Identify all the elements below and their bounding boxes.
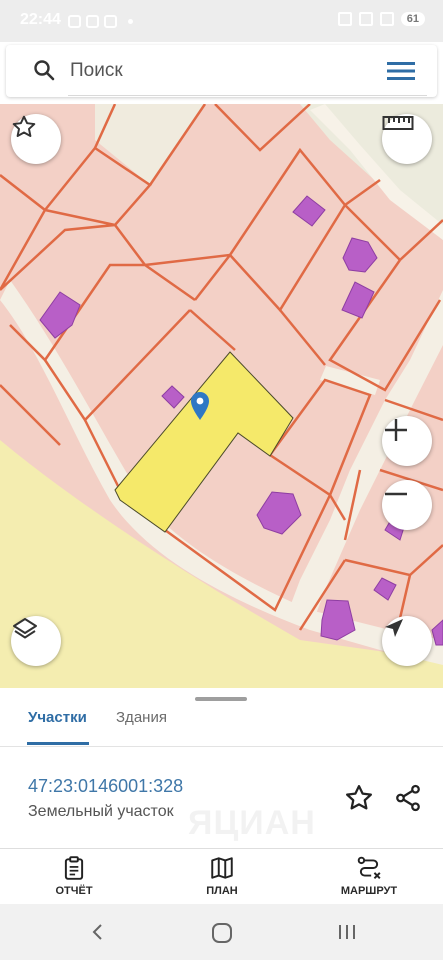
status-time: 22:44	[20, 11, 61, 28]
search-icon[interactable]	[32, 58, 56, 82]
active-tab-indicator	[27, 742, 89, 745]
status-bar: 22:44 61	[0, 0, 443, 42]
zoom-in-button[interactable]	[382, 416, 432, 466]
navigation-arrow-icon	[385, 619, 403, 637]
cadastral-map[interactable]	[0, 104, 443, 688]
nav-plan-label: ПЛАН	[206, 885, 238, 897]
hamburger-menu-icon[interactable]	[387, 60, 415, 82]
map-canvas[interactable]	[0, 104, 443, 688]
report-clipboard-icon	[64, 856, 84, 880]
notification-icons	[68, 13, 133, 29]
tab-parcels[interactable]: Участки	[28, 709, 87, 726]
signal-2-icon	[379, 12, 394, 26]
battery-indicator: 61	[400, 12, 425, 26]
zoom-in-icon	[385, 419, 407, 441]
recent-apps-icon[interactable]	[336, 922, 358, 942]
share-icon[interactable]	[393, 783, 423, 813]
info-sheet: Участки Здания ЯЦИАН 47:23:0146001:328 З…	[0, 688, 443, 848]
nav-plan[interactable]: ПЛАН	[177, 855, 267, 897]
system-status-icons: 61	[337, 12, 425, 26]
layers-button[interactable]	[11, 616, 61, 666]
map-plan-icon	[211, 857, 233, 879]
zoom-out-icon	[385, 492, 407, 496]
gallery-icon	[86, 14, 99, 28]
signal-icon	[358, 12, 373, 26]
divider	[0, 746, 443, 747]
ruler-icon	[382, 116, 414, 130]
star-icon	[12, 115, 36, 137]
search-input[interactable]: Поиск	[70, 60, 123, 82]
tab-buildings[interactable]: Здания	[116, 709, 167, 726]
favorites-map-button[interactable]	[11, 114, 61, 164]
wifi-icon	[337, 12, 352, 26]
nav-route-label: МАРШРУТ	[340, 885, 398, 897]
nav-route[interactable]: МАРШРУТ	[324, 855, 414, 897]
watermark-logo: ЯЦИАН	[188, 804, 316, 842]
nav-report-label: ОТЧЁТ	[55, 885, 93, 897]
zoom-out-button[interactable]	[382, 480, 432, 530]
system-navigation-bar	[0, 904, 443, 960]
nav-report[interactable]: ОТЧЁТ	[29, 855, 119, 897]
ruler-button[interactable]	[382, 114, 432, 164]
route-icon	[357, 856, 381, 879]
my-location-button[interactable]	[382, 616, 432, 666]
more-notifications-icon	[128, 18, 133, 24]
star-icon[interactable]	[344, 783, 374, 813]
search-underline	[68, 95, 427, 96]
back-icon[interactable]	[88, 922, 108, 942]
cadastral-number[interactable]: 47:23:0146001:328	[28, 776, 183, 797]
layers-icon	[13, 618, 37, 639]
bottom-navigation: ОТЧЁТ ПЛАН МАРШРУТ	[0, 848, 443, 904]
screenshot-icon	[68, 14, 81, 28]
object-type: Земельный участок	[28, 803, 174, 820]
mail-icon	[104, 14, 117, 28]
search-bar[interactable]: Поиск	[6, 45, 437, 97]
home-icon[interactable]	[211, 922, 233, 944]
sheet-drag-handle[interactable]	[195, 697, 247, 701]
